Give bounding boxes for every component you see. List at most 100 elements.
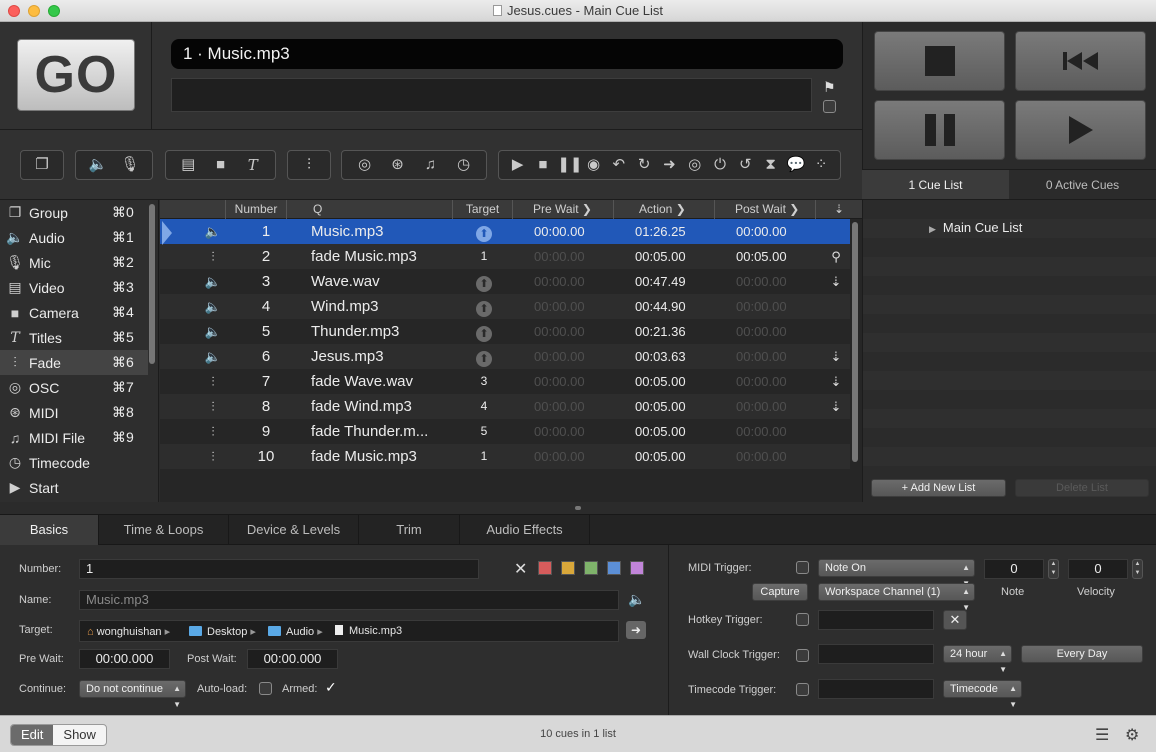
tab-cue-lists[interactable]: 1 Cue List bbox=[862, 170, 1009, 199]
cue-name[interactable]: fade Music.mp3 bbox=[311, 444, 446, 469]
color-swatch-purple[interactable] bbox=[630, 561, 644, 575]
capture-button[interactable]: Capture bbox=[752, 583, 808, 601]
cue-pre-wait[interactable]: 00:00.00 bbox=[534, 369, 614, 394]
continue-mode-select[interactable]: Do not continue ▲ ▼ bbox=[79, 680, 186, 709]
cue-notes-field[interactable] bbox=[171, 78, 812, 112]
cue-pre-wait[interactable]: 00:00.00 bbox=[534, 394, 614, 419]
script-icon[interactable]: 💬 bbox=[785, 154, 807, 176]
cue-name[interactable]: fade Wind.mp3 bbox=[311, 394, 446, 419]
tab-active-cues[interactable]: 0 Active Cues bbox=[1009, 170, 1156, 199]
cue-pre-wait[interactable]: 00:00.00 bbox=[534, 294, 614, 319]
cue-action-duration[interactable]: 01:26.25 bbox=[635, 219, 715, 244]
wall-clock-trigger-checkbox[interactable] bbox=[796, 649, 809, 662]
microphone-icon[interactable]: 🎙 bbox=[119, 154, 141, 176]
color-swatch-blue[interactable] bbox=[607, 561, 621, 575]
note-field[interactable]: 0 bbox=[984, 559, 1044, 579]
timecode-trigger-checkbox[interactable] bbox=[796, 683, 809, 696]
table-row[interactable]: 🔈 3 Wave.wav ⬆ 00:00.00 00:47.49 00:00.00 ⇣ bbox=[160, 269, 850, 294]
cue-pre-wait[interactable]: 00:00.00 bbox=[534, 244, 614, 269]
cue-target[interactable]: 1 bbox=[460, 244, 508, 269]
name-field[interactable]: Music.mp3 bbox=[79, 590, 619, 610]
cue-action-duration[interactable]: 00:05.00 bbox=[635, 444, 715, 469]
music-note-icon[interactable]: ♫ bbox=[420, 154, 442, 176]
header-number[interactable]: Number bbox=[226, 200, 287, 219]
cue-action-duration[interactable]: 00:05.00 bbox=[635, 419, 715, 444]
sidebar-item-start[interactable]: ▶ Start bbox=[0, 475, 148, 500]
header-post-wait[interactable]: Post Wait ❯ bbox=[715, 200, 816, 219]
camera-icon[interactable]: ■ bbox=[209, 154, 231, 176]
cue-post-wait[interactable]: 00:00.00 bbox=[736, 219, 816, 244]
auto-load-checkbox[interactable] bbox=[259, 682, 272, 695]
tab-device-levels[interactable]: Device & Levels bbox=[229, 515, 359, 546]
stop-icon[interactable]: ■ bbox=[532, 154, 554, 176]
minimize-window-button[interactable] bbox=[28, 5, 40, 17]
speaker-icon[interactable]: 🔈 bbox=[628, 591, 645, 608]
midi-type-select[interactable]: Note On▲▼ bbox=[818, 559, 975, 588]
auto-follow-icon[interactable]: ⚲ bbox=[828, 244, 844, 269]
sidebar-item-titles[interactable]: T Titles ⌘5 bbox=[0, 325, 148, 350]
midi-icon[interactable]: ⊛ bbox=[387, 154, 409, 176]
cue-post-wait[interactable]: 00:00.00 bbox=[736, 269, 816, 294]
cue-name[interactable]: Wind.mp3 bbox=[311, 294, 446, 319]
cue-pre-wait[interactable]: 00:00.00 bbox=[534, 269, 614, 294]
fader-icon[interactable]: ⫶ bbox=[298, 154, 320, 176]
cue-number[interactable]: 8 bbox=[240, 394, 292, 419]
flag-checkbox[interactable] bbox=[823, 100, 836, 113]
hour-mode-select[interactable]: 24 hour ▲ ▼ bbox=[943, 645, 1012, 674]
start-icon[interactable]: ▶ bbox=[507, 154, 529, 176]
table-scrollbar[interactable] bbox=[852, 222, 858, 462]
sidebar-item-fade[interactable]: ⫶ Fade ⌘6 bbox=[0, 350, 148, 375]
cue-pre-wait[interactable]: 00:00.00 bbox=[534, 319, 614, 344]
sidebar-item-midi[interactable]: ⊛ MIDI ⌘8 bbox=[0, 400, 148, 425]
cue-action-duration[interactable]: 00:05.00 bbox=[635, 394, 715, 419]
edit-mode-button[interactable]: Edit bbox=[11, 725, 54, 745]
gear-icon[interactable]: ⚙ bbox=[1125, 725, 1139, 745]
header-pre-wait[interactable]: Pre Wait ❯ bbox=[513, 200, 614, 219]
auto-continue-icon[interactable]: ⇣ bbox=[828, 394, 844, 419]
devamp-icon[interactable]: ↻ bbox=[633, 154, 655, 176]
cue-name[interactable]: Thunder.mp3 bbox=[311, 319, 446, 344]
goto-icon[interactable]: ➜ bbox=[658, 154, 680, 176]
table-row[interactable]: 🔈 1 Music.mp3 ⬆ 00:00.00 01:26.25 00:00.00 bbox=[160, 219, 850, 244]
group-icon[interactable]: ❐ bbox=[31, 154, 53, 176]
table-row[interactable]: ⫶ 8 fade Wind.mp3 4 00:00.00 00:05.00 00:00.00… bbox=[160, 394, 850, 419]
tab-basics[interactable]: Basics bbox=[0, 515, 99, 546]
close-window-button[interactable] bbox=[8, 5, 20, 17]
delete-list-button[interactable]: Delete List bbox=[1015, 479, 1149, 497]
path-desktop[interactable]: Desktop ▸ bbox=[189, 625, 256, 638]
header-continue[interactable]: ⇣ bbox=[816, 200, 862, 219]
cue-target[interactable]: 4 bbox=[460, 394, 508, 419]
auto-continue-icon[interactable]: ⇣ bbox=[828, 344, 844, 369]
sidebar-item-video[interactable]: ▤ Video ⌘3 bbox=[0, 275, 148, 300]
cue-post-wait[interactable]: 00:00.00 bbox=[736, 369, 816, 394]
clear-hotkey-button[interactable]: ✕ bbox=[943, 610, 967, 630]
speaker-icon[interactable]: 🔈 bbox=[87, 154, 109, 176]
midi-trigger-checkbox[interactable] bbox=[796, 561, 809, 574]
timecode-field[interactable] bbox=[818, 679, 934, 699]
cue-target[interactable]: ⬆ bbox=[460, 269, 508, 294]
show-mode-button[interactable]: Show bbox=[53, 725, 106, 745]
sidebar-item-midi-file[interactable]: ♫ MIDI File ⌘9 bbox=[0, 425, 148, 450]
color-swatch-green[interactable] bbox=[584, 561, 598, 575]
velocity-stepper[interactable]: ▲ ▼ bbox=[1132, 559, 1143, 579]
cue-action-duration[interactable]: 00:47.49 bbox=[635, 269, 715, 294]
cue-action-duration[interactable]: 00:03.63 bbox=[635, 344, 715, 369]
reveal-target-button[interactable]: ➜ bbox=[626, 621, 646, 639]
cue-name[interactable]: Jesus.mp3 bbox=[311, 344, 446, 369]
header-action[interactable]: Action ❯ bbox=[614, 200, 715, 219]
cue-name[interactable]: Wave.wav bbox=[311, 269, 446, 294]
table-row[interactable]: ⫶ 9 fade Thunder.m... 5 00:00.00 00:05.00 00:0… bbox=[160, 419, 850, 444]
cue-target[interactable]: 1 bbox=[460, 444, 508, 469]
post-wait-field[interactable]: 00:00.000 bbox=[247, 649, 338, 669]
cue-number[interactable]: 5 bbox=[240, 319, 292, 344]
go-button[interactable]: GO bbox=[17, 39, 135, 111]
table-row[interactable]: ⫶ 2 fade Music.mp3 1 00:00.00 00:05.00 00:05.0… bbox=[160, 244, 850, 269]
cue-number[interactable]: 9 bbox=[240, 419, 292, 444]
cue-action-duration[interactable]: 00:05.00 bbox=[635, 244, 715, 269]
hotkey-trigger-checkbox[interactable] bbox=[796, 613, 809, 626]
wall-clock-time-field[interactable] bbox=[818, 644, 934, 664]
cue-post-wait[interactable]: 00:00.00 bbox=[736, 419, 816, 444]
cue-name[interactable]: Music.mp3 bbox=[311, 219, 446, 244]
note-stepper[interactable]: ▲ ▼ bbox=[1048, 559, 1059, 579]
tab-audio-effects[interactable]: Audio Effects bbox=[460, 515, 590, 546]
